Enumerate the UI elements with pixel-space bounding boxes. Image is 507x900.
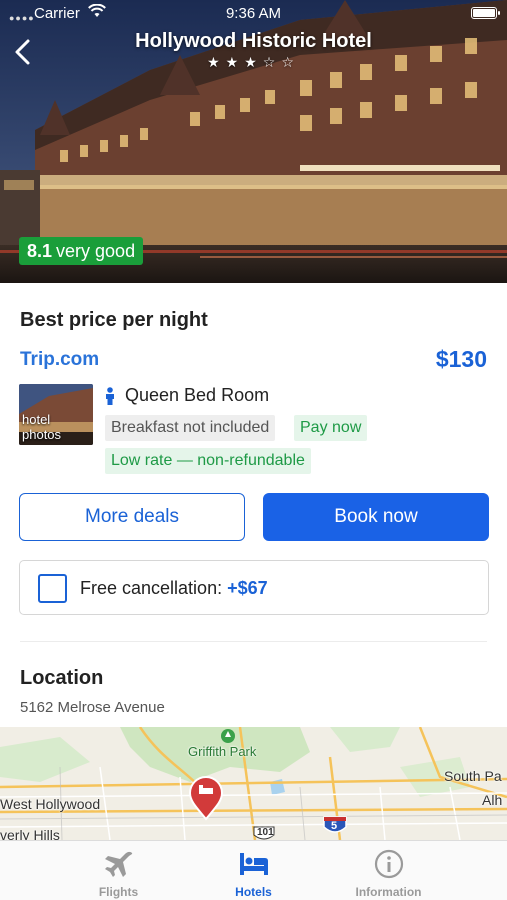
map-label-route-101: 101 [257,827,274,838]
map-label-route-5: 5 [331,820,338,832]
best-price-title: Best price per night [20,309,208,331]
hotel-address: 5162 Melrose Avenue [20,699,165,716]
rate-tag: Low rate — non-refundable [105,448,311,474]
hotel-name: Hollywood Historic Hotel [135,30,372,52]
thumbnail-caption-line2: photos [22,427,62,442]
airplane-icon [105,851,133,877]
park-icon [221,729,235,743]
review-score: 8.1 [27,241,53,261]
map-label-west-hollywood: West Hollywood [0,796,101,812]
book-now-button[interactable]: Book now [263,493,489,541]
free-cancellation-checkbox[interactable] [38,574,67,603]
review-score-badge: 8.1 very good [19,237,144,265]
room-photo-thumbnail[interactable]: hotel photos [19,384,93,445]
thumbnail-caption-line1: hotel [22,412,51,427]
tab-information[interactable]: Information [304,841,473,900]
tab-bar: Flights Hotels Information [0,840,507,900]
price-per-night: $130 [435,346,487,372]
info-icon [374,849,404,879]
location-map[interactable]: Griffith Park West Hollywood verly Hills… [0,727,507,840]
section-divider [20,641,487,642]
breakfast-tag: Breakfast not included [105,415,276,441]
clock: 9:36 AM [225,5,282,22]
review-score-text: very good [56,241,136,261]
map-label-south-pasadena: South Pa [444,768,502,784]
bed-icon [240,853,268,875]
room-name: Queen Bed Room [125,385,270,405]
location-title: Location [20,667,104,689]
hotel-hero-image: ●●●● Carrier 9:36 AM Hollywood Historic … [0,0,507,283]
battery-icon [471,7,500,19]
free-cancellation-label: Free cancellation: +$67 [80,578,268,599]
map-label-beverly-hills: verly Hills [0,827,60,840]
star-rating: ★★★☆☆ [207,54,300,70]
pay-now-tag: Pay now [294,415,368,441]
tab-information-label: Information [355,885,422,899]
free-cancellation-option[interactable]: Free cancellation: +$67 [19,560,489,615]
map-label-park: Griffith Park [188,744,257,759]
person-icon [106,387,114,405]
status-bar: ●●●● Carrier 9:36 AM [0,0,507,28]
provider-name[interactable]: Trip.com [20,349,99,371]
more-deals-button[interactable]: More deals [19,493,245,541]
thumbnail-caption: hotel photos [22,412,61,442]
free-cancellation-text: Free cancellation: [80,578,223,598]
free-cancellation-price: +$67 [227,578,268,598]
map-label-alhambra: Alh [482,792,503,808]
